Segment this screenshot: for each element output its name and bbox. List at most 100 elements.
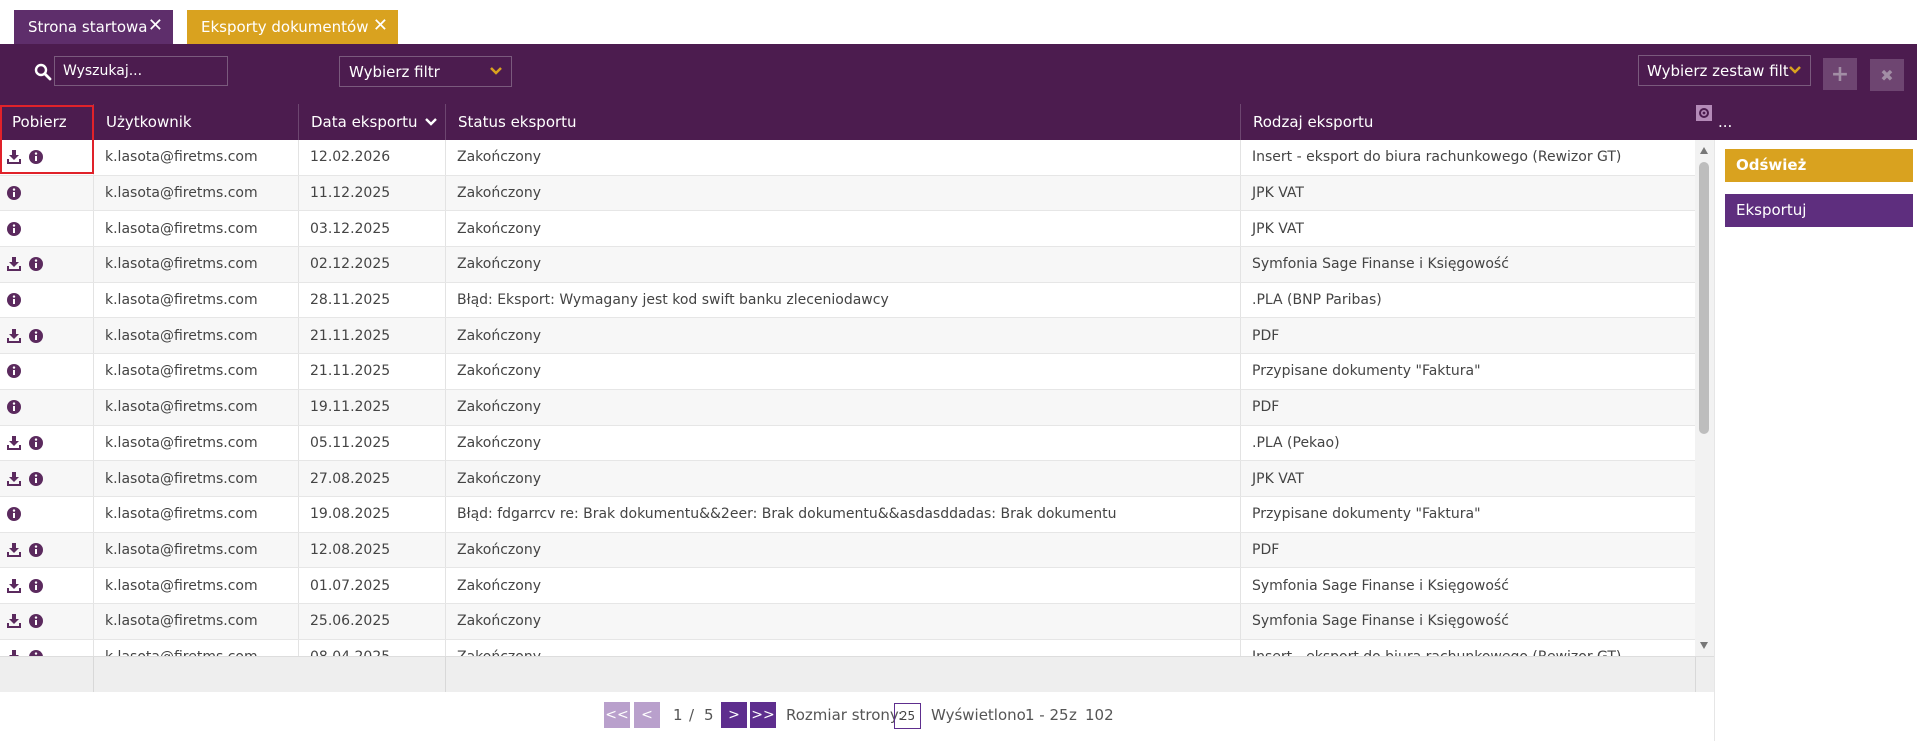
table-row[interactable]: k.lasota@firetms.com 02.12.2025 Zakończony… (0, 247, 1695, 283)
shown-label: Wyświetlono (931, 706, 1026, 724)
table-row[interactable]: k.lasota@firetms.com 19.11.2025 Zakończony… (0, 389, 1695, 426)
info-icon[interactable] (28, 613, 44, 629)
cell-kind: JPK VAT (1240, 211, 1695, 247)
cell-actions (0, 568, 93, 603)
column-header-date[interactable]: Data eksportu (298, 104, 445, 140)
cell-status: Zakończony (445, 175, 1240, 211)
search-input[interactable] (54, 56, 228, 86)
download-icon[interactable] (6, 471, 22, 487)
cell-status: Zakończony (445, 318, 1240, 354)
cell-kind: JPK VAT (1240, 461, 1695, 496)
cell-user: k.lasota@firetms.com (93, 211, 298, 247)
next-page-button[interactable]: > (721, 702, 747, 728)
info-icon[interactable] (6, 185, 22, 201)
cell-actions (0, 426, 93, 461)
pagination: << < 1 / 5 > >> Rozmiar strony: 25 Wyświ… (0, 691, 1714, 741)
info-icon[interactable] (6, 363, 22, 379)
info-icon[interactable] (28, 542, 44, 558)
download-icon[interactable] (6, 613, 22, 629)
footer-divider (445, 657, 446, 692)
first-page-button[interactable]: << (604, 702, 630, 728)
table-row[interactable]: k.lasota@firetms.com 28.11.2025 Błąd: Eksp… (0, 282, 1695, 319)
chevron-down-icon (1788, 65, 1802, 75)
prev-page-button[interactable]: < (634, 702, 660, 728)
page-size-input[interactable]: 25 (894, 703, 921, 729)
info-icon[interactable] (28, 471, 44, 487)
table-row[interactable]: k.lasota@firetms.com 19.08.2025 Błąd: fdga… (0, 496, 1695, 533)
cell-user: k.lasota@firetms.com (93, 639, 298, 656)
info-icon[interactable] (28, 649, 44, 656)
of-label: z (1069, 706, 1077, 724)
table-row[interactable]: k.lasota@firetms.com 27.08.2025 Zakończony… (0, 461, 1695, 497)
cell-actions (0, 283, 93, 318)
column-header-pobierz[interactable]: Pobierz (0, 104, 93, 140)
table-row[interactable]: k.lasota@firetms.com 01.07.2025 Zakończony… (0, 568, 1695, 604)
scroll-down-icon[interactable] (1699, 640, 1709, 650)
column-header-more[interactable]: ... (1710, 104, 1917, 140)
vertical-scrollbar[interactable] (1695, 140, 1714, 656)
delete-filter-set-button[interactable]: ✖ (1870, 59, 1904, 91)
cell-kind: JPK VAT (1240, 175, 1695, 211)
gear-icon[interactable] (1696, 105, 1712, 121)
info-icon[interactable] (28, 328, 44, 344)
last-page-button[interactable]: >> (750, 702, 776, 728)
download-icon[interactable] (6, 256, 22, 272)
tab-eksporty-dokumentow[interactable]: Eksporty dokumentów ✕ (187, 10, 398, 44)
info-icon[interactable] (28, 578, 44, 594)
cell-kind: Symfonia Sage Finanse i Księgowość (1240, 247, 1695, 282)
tab-strona-startowa[interactable]: Strona startowa ✕ (14, 10, 173, 44)
download-icon[interactable] (6, 542, 22, 558)
cell-actions (0, 390, 93, 425)
cell-date: 25.06.2025 (298, 603, 445, 639)
column-header-user[interactable]: Użytkownik (93, 104, 298, 140)
column-header-status[interactable]: Status eksportu (445, 104, 1240, 140)
column-header-kind[interactable]: Rodzaj eksportu (1240, 104, 1710, 140)
refresh-button[interactable]: Odśwież (1725, 149, 1913, 182)
info-icon[interactable] (6, 506, 22, 522)
right-panel: Odśwież Eksportuj (1714, 140, 1917, 741)
cell-status: Zakończony (445, 140, 1240, 175)
download-icon[interactable] (6, 578, 22, 594)
download-icon[interactable] (6, 435, 22, 451)
scrollbar-thumb[interactable] (1699, 162, 1709, 434)
page-separator: / (689, 706, 695, 724)
download-icon[interactable] (6, 328, 22, 344)
info-icon[interactable] (28, 435, 44, 451)
sort-desc-icon[interactable] (424, 117, 438, 127)
close-icon[interactable]: ✕ (148, 17, 163, 35)
table-row[interactable]: k.lasota@firetms.com08.04.2025Zakończony… (0, 639, 1695, 656)
table-row[interactable]: k.lasota@firetms.com 11.12.2025 Zakończony… (0, 175, 1695, 212)
cell-date: 12.02.2026 (298, 140, 445, 175)
cell-user: k.lasota@firetms.com (93, 175, 298, 211)
info-icon[interactable] (6, 292, 22, 308)
scroll-up-icon[interactable] (1699, 146, 1709, 156)
table-row[interactable]: k.lasota@firetms.com 12.02.2026 Zakończony… (0, 140, 1695, 176)
close-icon[interactable]: ✕ (373, 17, 388, 35)
table-row[interactable]: k.lasota@firetms.com 21.11.2025 Zakończony… (0, 354, 1695, 390)
filter-set-select[interactable]: Wybierz zestaw filt (1638, 55, 1811, 86)
filter-select-label: Wybierz filtr (349, 63, 440, 81)
cell-status: Zakończony (445, 247, 1240, 282)
table-row[interactable]: k.lasota@firetms.com 03.12.2025 Zakończony… (0, 211, 1695, 248)
table-row[interactable]: k.lasota@firetms.com 12.08.2025 Zakończony… (0, 532, 1695, 569)
footer-divider (1695, 657, 1696, 692)
table-row[interactable]: k.lasota@firetms.com 21.11.2025 Zakończony… (0, 318, 1695, 355)
cell-date: 19.11.2025 (298, 389, 445, 425)
cell-date: 02.12.2025 (298, 247, 445, 282)
export-button[interactable]: Eksportuj (1725, 194, 1913, 227)
info-icon[interactable] (6, 399, 22, 415)
table-row[interactable]: k.lasota@firetms.com 25.06.2025 Zakończony… (0, 603, 1695, 640)
filter-select[interactable]: Wybierz filtr (339, 56, 512, 87)
table-row[interactable]: k.lasota@firetms.com 05.11.2025 Zakończony… (0, 425, 1695, 462)
cell-actions (0, 140, 93, 175)
download-icon[interactable] (6, 149, 22, 165)
info-icon[interactable] (6, 221, 22, 237)
cell-kind: PDF (1240, 532, 1695, 568)
footer-divider (93, 657, 94, 692)
download-icon[interactable] (6, 649, 22, 656)
info-icon[interactable] (28, 256, 44, 272)
add-filter-set-button[interactable]: + (1823, 58, 1857, 90)
cell-status: Zakończony (445, 354, 1240, 389)
cell-date: 12.08.2025 (298, 532, 445, 568)
info-icon[interactable] (28, 149, 44, 165)
